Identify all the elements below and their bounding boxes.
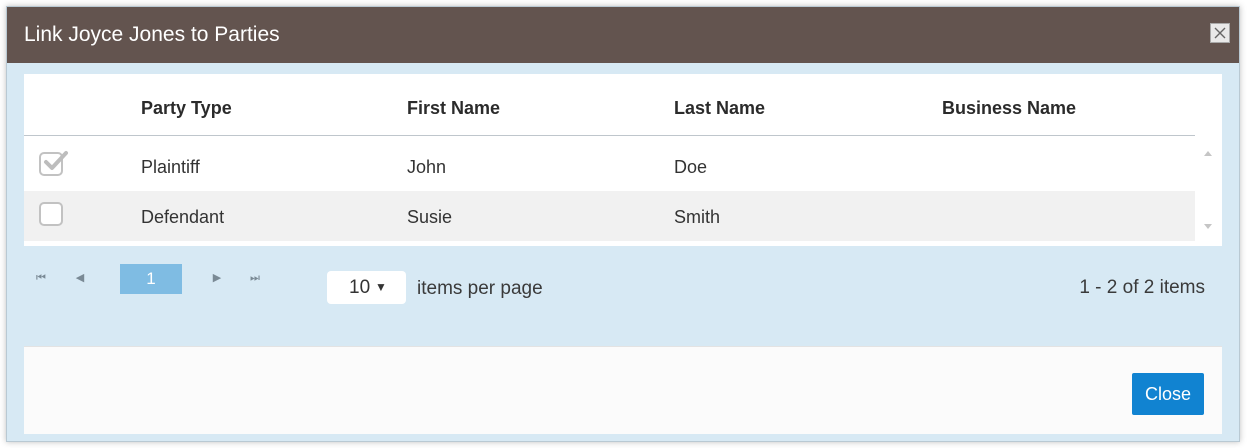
scroll-down-icon[interactable]: [1204, 224, 1212, 229]
cell-last-name: Doe: [674, 157, 708, 177]
scroll-up-icon[interactable]: [1204, 151, 1212, 156]
page-size-select[interactable]: 10 ▼: [327, 271, 406, 304]
row-checkbox-checked[interactable]: [39, 151, 68, 176]
close-button[interactable]: Close: [1132, 373, 1204, 415]
column-header-business-name[interactable]: Business Name: [942, 97, 1076, 119]
grid-scrollbar[interactable]: [1195, 141, 1222, 246]
caret-down-icon: ▼: [375, 280, 387, 294]
row-checkbox[interactable]: [39, 202, 63, 226]
cell-last-name: Smith: [674, 207, 721, 227]
last-page-icon[interactable]: ⏭: [244, 265, 266, 291]
cell-party-type: Defendant: [141, 207, 225, 227]
dialog-title: Link Joyce Jones to Parties: [24, 23, 280, 46]
column-header-party-type[interactable]: Party Type: [141, 97, 232, 119]
cell-first-name: John: [407, 157, 447, 177]
table-row[interactable]: Plaintiff John Doe: [24, 141, 1195, 191]
next-page-icon[interactable]: ▶: [206, 265, 228, 291]
close-x-icon[interactable]: [1210, 23, 1230, 43]
dialog-titlebar[interactable]: Link Joyce Jones to Parties: [7, 7, 1239, 63]
cell-party-type: Plaintiff: [141, 157, 200, 177]
prev-page-icon[interactable]: ◀: [69, 265, 91, 291]
parties-grid: Party Type First Name Last Name Business…: [24, 74, 1222, 246]
dialog-footer: Close: [24, 346, 1222, 434]
page-size-value: 10: [349, 277, 371, 298]
table-row[interactable]: Defendant Susie Smith: [24, 191, 1195, 241]
current-page-button[interactable]: 1: [120, 264, 182, 294]
checkmark-icon: [44, 151, 68, 170]
cell-first-name: Susie: [407, 207, 453, 227]
link-parties-dialog: Link Joyce Jones to Parties Party Type F…: [6, 6, 1240, 442]
column-header-last-name[interactable]: Last Name: [674, 97, 765, 119]
grid-header-row: Party Type First Name Last Name Business…: [24, 74, 1195, 136]
items-per-page-label: items per page: [417, 278, 543, 299]
grid-pager: ⏮ ◀ 1 ▶ ⏭ 10 ▼ items per page 1 - 2 of 2…: [24, 248, 1222, 308]
column-header-first-name[interactable]: First Name: [407, 97, 500, 119]
pager-info: 1 - 2 of 2 items: [1079, 277, 1205, 298]
first-page-icon[interactable]: ⏮: [30, 265, 52, 291]
